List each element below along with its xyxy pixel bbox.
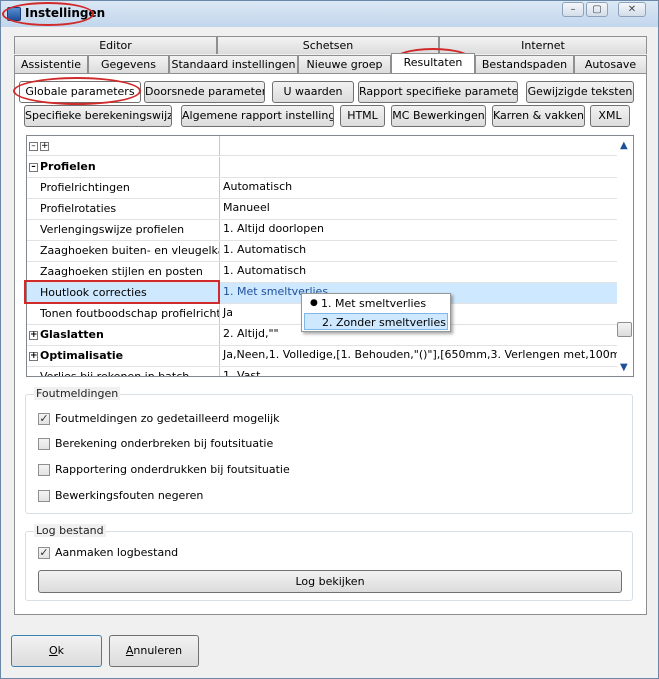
property-value[interactable]: 1. Altijd doorlopen <box>221 220 617 240</box>
subtab-gewijzigde-teksten[interactable]: Gewijzigde teksten <box>526 81 634 103</box>
dropdown-option[interactable]: 2. Zonder smeltverlies <box>304 313 448 330</box>
property-label: Glaslatten <box>40 328 104 341</box>
grid-property-row[interactable]: Profielrotaties Manueel <box>27 199 617 220</box>
subtab-xml[interactable]: XML <box>590 105 630 127</box>
title-annotation-oval <box>2 2 94 26</box>
subtab-karren-vakken[interactable]: Karren & vakken <box>492 105 585 127</box>
property-value[interactable]: Automatisch <box>221 178 617 198</box>
expand-all-icon[interactable]: + <box>40 141 49 151</box>
dropdown-option[interactable]: ● 1. Met smeltverlies <box>304 295 448 312</box>
expand-icon[interactable]: + <box>29 351 38 361</box>
log-bekijken-button[interactable]: Log bekijken <box>38 570 622 593</box>
checkbox-label: Bewerkingsfouten negeren <box>55 489 204 502</box>
checkbox-bewerkingsfouten-negeren[interactable] <box>38 490 50 502</box>
subtab-specifieke-berekeningswijzen[interactable]: Specifieke berekeningswijzen <box>24 105 172 127</box>
checkbox-label: Berekening onderbreken bij foutsituatie <box>55 437 274 450</box>
property-label: Zaaghoeken buiten- en vleugelkaders <box>40 244 219 257</box>
checkbox-foutmeldingen-gedetailleerd[interactable]: ✓ <box>38 413 50 425</box>
ok-button[interactable]: Ok <box>11 635 102 667</box>
grid-property-row[interactable]: Verlengingswijze profielen 1. Altijd door… <box>27 220 617 241</box>
property-value[interactable]: 1. Automatisch <box>221 262 617 282</box>
property-value[interactable]: Manueel <box>221 199 617 219</box>
subtab-doorsnede-parameters[interactable]: Doorsnede parameters <box>144 81 265 103</box>
property-label: Profielrichtingen <box>40 181 130 194</box>
grid-toolbar-row: – + <box>27 136 617 156</box>
checkbox-rapportering-onderdrukken[interactable] <box>38 464 50 476</box>
checkbox-label: Aanmaken logbestand <box>55 546 179 559</box>
tab-internet[interactable]: Internet <box>439 36 647 54</box>
property-label: Optimalisatie <box>40 349 124 362</box>
checkbox-aanmaken-logbestand[interactable]: ✓ <box>38 547 50 559</box>
tab-gegevens[interactable]: Gegevens <box>88 55 169 73</box>
property-label: Tonen foutboodschap profielrichting <box>40 307 220 320</box>
property-label: Verlies bij rekenen in batch <box>40 370 190 377</box>
tab-schetsen[interactable]: Schetsen <box>217 36 439 54</box>
property-label: Profielrotaties <box>40 202 117 215</box>
scroll-down-icon[interactable]: ▼ <box>620 362 628 373</box>
grid-property-row[interactable]: Zaaghoeken buiten- en vleugelkaders1. Au… <box>27 241 617 262</box>
subtab-globale-parameters[interactable]: Globale parameters <box>19 81 141 103</box>
property-label: Houtlook correcties <box>40 286 147 299</box>
subtab-rapport-specifieke-parameters[interactable]: Rapport specifieke parameters <box>358 81 518 103</box>
collapse-icon[interactable]: – <box>29 162 38 172</box>
property-grid: – + – Profielen Profielrichtingen Automatisc… <box>26 135 634 377</box>
expand-icon[interactable]: + <box>29 330 38 340</box>
title-bar: Instellingen – ▢ ✕ <box>1 1 658 27</box>
subtab-u-waarden[interactable]: U waarden <box>272 81 354 103</box>
tab-resultaten[interactable]: Resultaten <box>391 53 475 73</box>
cancel-button[interactable]: Annuleren <box>109 635 199 667</box>
checkbox-label: Foutmeldingen zo gedetailleerd mogelijk <box>55 412 280 425</box>
checkbox-label: Rapportering onderdrukken bij foutsituat… <box>55 463 290 476</box>
tab-bestandspaden[interactable]: Bestandspaden <box>475 55 574 73</box>
property-label: Verlengingswijze profielen <box>40 223 185 236</box>
property-label: Zaaghoeken stijlen en posten <box>40 265 203 278</box>
value-dropdown-list[interactable]: ● 1. Met smeltverlies 2. Zonder smeltver… <box>301 293 451 332</box>
settings-window: Instellingen – ▢ ✕ Editor Schetsen Inter… <box>0 0 659 679</box>
property-value[interactable]: Ja,Neen,1. Volledige,[1. Behouden,"()"],… <box>221 346 617 366</box>
minimize-button[interactable]: – <box>562 2 584 17</box>
check-icon: ✓ <box>39 546 49 559</box>
subtab-html[interactable]: HTML <box>340 105 385 127</box>
grid-property-row[interactable]: Zaaghoeken stijlen en posten 1. Automatis… <box>27 262 617 283</box>
tab-nieuwe-groep[interactable]: Nieuwe groep <box>298 55 391 73</box>
grid-property-row[interactable]: Verlies bij rekenen in batch 1. Vast <box>27 367 617 377</box>
subtab-algemene-rapport-instellingen[interactable]: Algemene rapport instellingen <box>181 105 334 127</box>
selected-bullet-icon: ● <box>310 298 318 308</box>
check-icon: ✓ <box>39 412 49 425</box>
tab-autosave[interactable]: Autosave <box>574 55 647 73</box>
grid-section-row[interactable]: + Optimalisatie Ja,Neen,1. Volledige,[1. B… <box>27 346 617 367</box>
scroll-up-icon[interactable]: ▲ <box>620 140 628 151</box>
tab-standaard-instellingen[interactable]: Standaard instellingen <box>169 55 298 73</box>
foutmeldingen-title: Foutmeldingen <box>34 387 121 400</box>
property-value[interactable]: 1. Automatisch <box>221 241 617 261</box>
tab-assistentie[interactable]: Assistentie <box>14 55 88 73</box>
close-button[interactable]: ✕ <box>618 2 646 17</box>
checkbox-berekening-onderbreken[interactable] <box>38 438 50 450</box>
vertical-scrollbar[interactable]: ▲ ▼ <box>617 136 633 376</box>
property-label: Profielen <box>40 160 96 173</box>
subtab-mc-bewerkingen[interactable]: MC Bewerkingen <box>391 105 486 127</box>
grid-property-row[interactable]: Profielrichtingen Automatisch <box>27 178 617 199</box>
collapse-all-icon[interactable]: – <box>29 141 38 151</box>
property-value[interactable]: 1. Vast <box>221 367 617 376</box>
tab-editor[interactable]: Editor <box>14 36 217 54</box>
scroll-thumb[interactable] <box>617 322 632 337</box>
maximize-button[interactable]: ▢ <box>586 2 608 17</box>
property-value[interactable] <box>221 157 617 177</box>
log-bestand-title: Log bestand <box>34 524 106 537</box>
grid-section-row[interactable]: – Profielen <box>27 157 617 178</box>
